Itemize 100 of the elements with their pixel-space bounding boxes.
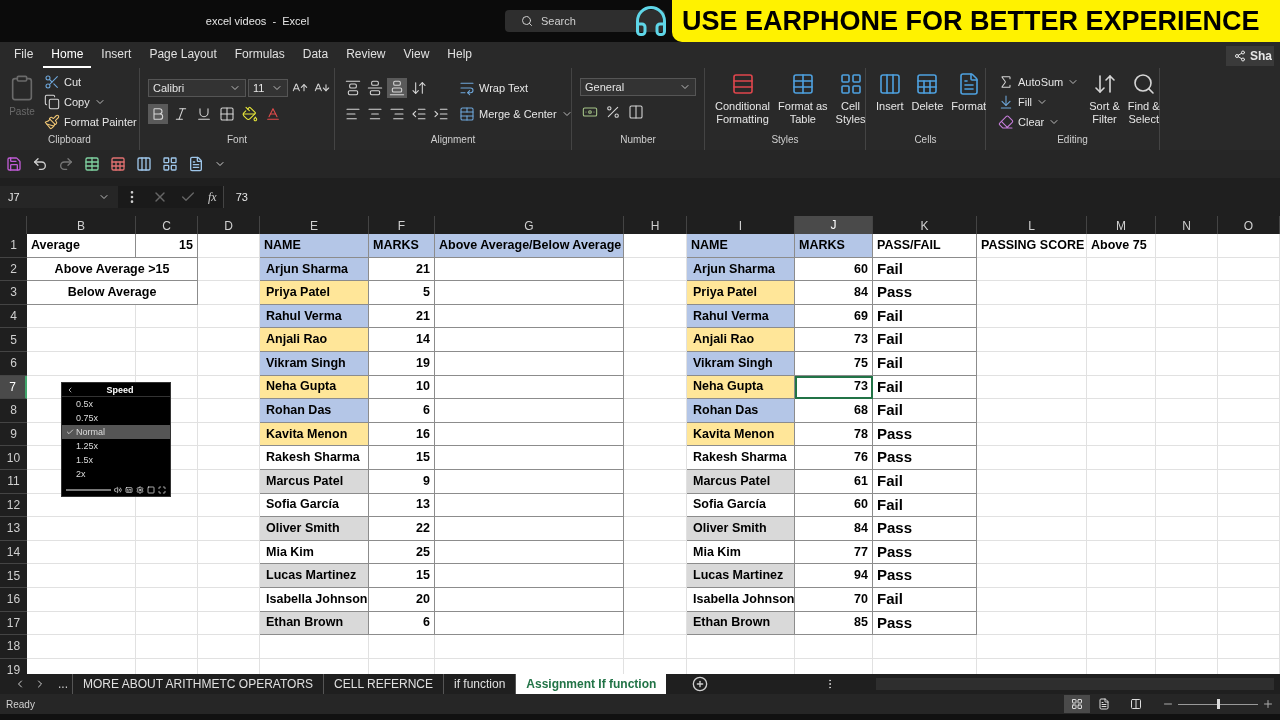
format-painter-button[interactable]: Format Painter [40,112,141,132]
table-cell[interactable]: 84 [795,517,873,541]
format-as-table-button[interactable]: Format as Table [776,72,830,132]
bottom-align-button[interactable] [387,78,407,98]
table-cell[interactable]: 84 [795,281,873,305]
column-header[interactable]: J [795,216,873,236]
autosum-button[interactable]: AutoSum [994,72,1084,92]
speed-option[interactable]: Normal [62,425,170,439]
save-icon[interactable] [6,156,22,172]
font-size-field[interactable]: 11 [248,79,288,97]
conditional-formatting-button[interactable]: Conditional Formatting [713,72,773,132]
table-cell[interactable]: 85 [795,611,873,636]
insert-button[interactable]: Insert [874,72,906,132]
undo-icon[interactable] [32,156,48,172]
column-header[interactable]: N [1156,216,1218,236]
column-header[interactable]: O [1218,216,1280,236]
search-field[interactable]: Search [505,10,665,32]
row-header[interactable]: 6 [0,351,27,376]
column-header[interactable]: M [1087,216,1156,236]
zoom-in-icon[interactable] [1262,698,1274,710]
share-button[interactable]: Sha [1226,46,1274,66]
format-button[interactable]: Format [949,72,989,132]
row-header[interactable]: 8 [0,399,27,423]
table-cell[interactable]: 76 [795,446,873,470]
columns-icon[interactable] [136,156,152,172]
table-cell[interactable]: 60 [795,493,873,518]
row-header[interactable]: 1 [0,234,27,258]
table-cell[interactable]: 78 [795,422,873,447]
redo-icon[interactable] [58,156,74,172]
formula-field[interactable]: 73 [222,186,1280,208]
speed-option[interactable]: 2x [62,467,170,481]
fill-color-button[interactable] [240,104,260,124]
clear-button[interactable]: Clear [994,112,1084,132]
table-cell[interactable]: 94 [795,564,873,588]
table-icon[interactable] [84,156,100,172]
borders-button[interactable] [217,104,237,124]
row-header[interactable]: 7 [0,375,27,400]
menu-tab[interactable]: Data [294,45,337,68]
add-sheet-icon[interactable] [692,676,709,692]
copy-button[interactable]: Copy [40,92,141,112]
row-header[interactable]: 11 [0,469,27,494]
table-cell[interactable]: 73 [795,375,873,400]
menu-tab[interactable]: Formulas [226,45,293,68]
row-header[interactable]: 18 [0,635,27,659]
menu-tab[interactable]: Review [338,45,394,68]
normal-view-button[interactable] [1064,695,1090,713]
table-cell[interactable]: 60 [795,257,873,282]
row-header[interactable]: 17 [0,611,27,636]
insert-function-button[interactable]: fx [208,188,217,206]
speed-option[interactable]: 1.25x [62,439,170,453]
menu-tab[interactable]: Page Layout [141,45,225,68]
table-cell[interactable]: 68 [795,399,873,423]
name-box[interactable]: J7 [0,186,118,208]
row-header[interactable]: 12 [0,493,27,518]
row-header[interactable]: 3 [0,281,27,305]
row-header[interactable]: 16 [0,587,27,612]
table-cell[interactable]: 73 [795,328,873,352]
table-cell[interactable]: 70 [795,587,873,612]
bold-button[interactable] [148,104,168,124]
table-cell[interactable]: 69 [795,304,873,329]
menu-tab[interactable]: Help [439,45,480,68]
column-header[interactable]: C [136,216,198,236]
speed-option[interactable]: 1.5x [62,453,170,467]
delete-button[interactable]: Delete [909,72,946,132]
zoom-slider-thumb[interactable] [1217,699,1220,709]
table-cell[interactable]: 75 [795,351,873,376]
table-cell[interactable]: 77 [795,540,873,565]
row-header[interactable]: 5 [0,328,27,352]
number-format-field[interactable]: General [580,78,696,96]
sort-filter-button[interactable]: Sort & Filter [1087,72,1122,132]
table-cell[interactable]: 61 [795,469,873,494]
page-layout-icon[interactable] [1098,698,1110,710]
page-break-icon[interactable] [1130,698,1142,710]
merge-center-button[interactable]: Merge & Center [455,104,577,124]
wrap-text-button[interactable]: Wrap Text [455,78,577,98]
top-align-button[interactable] [343,78,363,98]
row-header[interactable]: 9 [0,422,27,447]
grid-icon[interactable] [162,156,178,172]
speed-option[interactable]: 0.75x [62,411,170,425]
menu-tab[interactable]: File [6,45,42,68]
zoom-slider[interactable] [1178,699,1258,709]
font-name-field[interactable]: Calibri [148,79,246,97]
sheet-tab[interactable]: Assignment If function [515,674,667,694]
row-header[interactable]: 2 [0,257,27,282]
menu-tab[interactable]: View [395,45,438,68]
middle-align-button[interactable] [365,78,385,98]
row-header[interactable]: 15 [0,564,27,588]
row-header[interactable]: 10 [0,446,27,470]
cell-styles-button[interactable]: Cell Styles [833,72,868,132]
menu-tab[interactable]: Insert [93,45,140,68]
speed-option[interactable]: 0.5x [62,397,170,411]
align-left-icon [345,106,361,122]
row-header[interactable]: 13 [0,517,27,541]
find-select-button[interactable]: Find & Select [1125,72,1162,132]
row-header[interactable]: 4 [0,304,27,329]
fill-button[interactable]: Fill [994,92,1084,112]
cut-button[interactable]: Cut [40,72,141,92]
sheet-icon[interactable] [110,156,126,172]
more-sheets-button[interactable]: ... [54,675,72,693]
row-header[interactable]: 14 [0,540,27,565]
